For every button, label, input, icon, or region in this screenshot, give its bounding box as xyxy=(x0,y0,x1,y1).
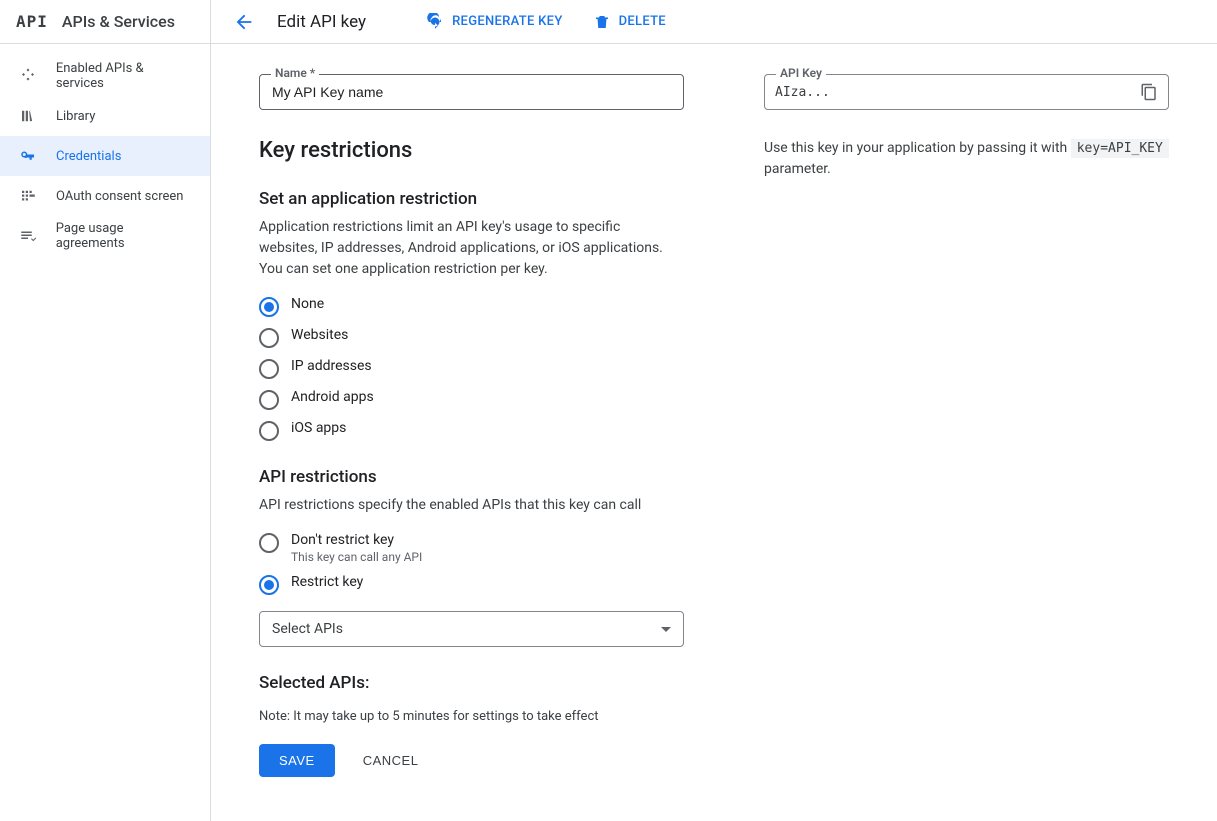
product-logo: API xyxy=(16,12,48,31)
sidebar-item-oauth-consent[interactable]: OAuth consent screen xyxy=(0,176,210,216)
app-radio-android[interactable]: Android apps xyxy=(259,389,684,410)
app-radio-none[interactable]: None xyxy=(259,296,684,317)
sidebar-item-enabled-apis[interactable]: Enabled APIs & services xyxy=(0,56,210,96)
sidebar-item-library[interactable]: Library xyxy=(0,96,210,136)
radio-label: Restrict key xyxy=(291,574,363,590)
api-key-help: Use this key in your application by pass… xyxy=(764,138,1169,180)
key-restrictions-heading: Key restrictions xyxy=(259,138,684,163)
api-key-field: API Key AIza... xyxy=(764,74,1169,110)
save-button[interactable]: Save xyxy=(259,744,335,777)
sidebar-item-credentials[interactable]: Credentials xyxy=(0,136,210,176)
back-arrow-icon[interactable] xyxy=(233,11,255,33)
delete-label: Delete xyxy=(619,14,666,29)
sidebar: API APIs & Services Enabled APIs & servi… xyxy=(0,0,211,821)
sidebar-item-label: Page usage agreements xyxy=(56,221,194,251)
api-restriction-radios: Don't restrict key This key can call any… xyxy=(259,532,684,595)
select-apis-dropdown[interactable]: Select APIs xyxy=(259,611,684,647)
main: Edit API key Regenerate key Delete xyxy=(211,0,1217,821)
radio-label: Don't restrict key xyxy=(291,532,394,548)
radio-label: None xyxy=(291,296,324,312)
application-restriction-description: Application restrictions limit an API ke… xyxy=(259,217,679,280)
select-apis-label: Select APIs xyxy=(272,621,343,637)
radio-sublabel: This key can call any API xyxy=(291,550,422,564)
radio-icon xyxy=(259,533,279,553)
copy-icon[interactable] xyxy=(1140,83,1158,101)
api-radio-dont-restrict[interactable]: Don't restrict key This key can call any… xyxy=(259,532,684,564)
settings-delay-note: Note: It may take up to 5 minutes for se… xyxy=(259,709,684,724)
application-restriction-heading: Set an application restriction xyxy=(259,189,684,209)
regenerate-key-button[interactable]: Regenerate key xyxy=(426,13,563,31)
radio-icon xyxy=(259,421,279,441)
radio-label: Websites xyxy=(291,327,348,343)
api-restrictions-heading: API restrictions xyxy=(259,467,684,487)
sidebar-item-label: Credentials xyxy=(56,149,121,164)
radio-icon xyxy=(259,390,279,410)
regenerate-label: Regenerate key xyxy=(452,14,563,29)
api-key-help-post: parameter. xyxy=(764,161,831,177)
api-key-help-pre: Use this key in your application by pass… xyxy=(764,140,1071,156)
product-title: APIs & Services xyxy=(62,12,175,31)
sidebar-nav: Enabled APIs & services Library Credenti… xyxy=(0,44,210,256)
radio-icon xyxy=(259,359,279,379)
name-input[interactable] xyxy=(270,83,673,101)
library-icon xyxy=(16,104,40,128)
key-icon xyxy=(16,144,40,168)
app-radio-websites[interactable]: Websites xyxy=(259,327,684,348)
refresh-icon xyxy=(426,13,444,31)
delete-button[interactable]: Delete xyxy=(593,13,666,31)
radio-icon xyxy=(259,328,279,348)
radio-label: Android apps xyxy=(291,389,374,405)
application-restriction-radios: None Websites IP addresses Android xyxy=(259,296,684,441)
sidebar-item-label: OAuth consent screen xyxy=(56,189,183,204)
radio-label: iOS apps xyxy=(291,420,346,436)
trash-icon xyxy=(593,13,611,31)
content: Name * Key restrictions Set an applicati… xyxy=(211,44,1217,821)
page-title: Edit API key xyxy=(277,12,366,32)
sidebar-item-label: Library xyxy=(56,109,95,124)
api-key-help-code: key=API_KEY xyxy=(1071,139,1169,158)
name-field-legend: Name * xyxy=(271,66,319,80)
app-radio-ip[interactable]: IP addresses xyxy=(259,358,684,379)
sidebar-item-label: Enabled APIs & services xyxy=(56,61,194,91)
app-radio-ios[interactable]: iOS apps xyxy=(259,420,684,441)
api-key-legend: API Key xyxy=(776,66,826,80)
name-field: Name * xyxy=(259,74,684,110)
agreements-icon xyxy=(16,224,40,248)
sidebar-header: API APIs & Services xyxy=(0,0,210,44)
consent-icon xyxy=(16,184,40,208)
radio-icon xyxy=(259,297,279,317)
api-key-value: AIza... xyxy=(775,85,1140,100)
selected-apis-heading: Selected APIs: xyxy=(259,673,684,693)
services-icon xyxy=(16,64,40,88)
dropdown-caret-icon xyxy=(661,627,671,632)
radio-icon xyxy=(259,575,279,595)
api-restrictions-description: API restrictions specify the enabled API… xyxy=(259,495,679,516)
cancel-button[interactable]: Cancel xyxy=(357,752,425,769)
sidebar-item-page-usage[interactable]: Page usage agreements xyxy=(0,216,210,256)
api-radio-restrict[interactable]: Restrict key xyxy=(259,574,684,595)
top-bar: Edit API key Regenerate key Delete xyxy=(211,0,1217,44)
radio-label: IP addresses xyxy=(291,358,372,374)
